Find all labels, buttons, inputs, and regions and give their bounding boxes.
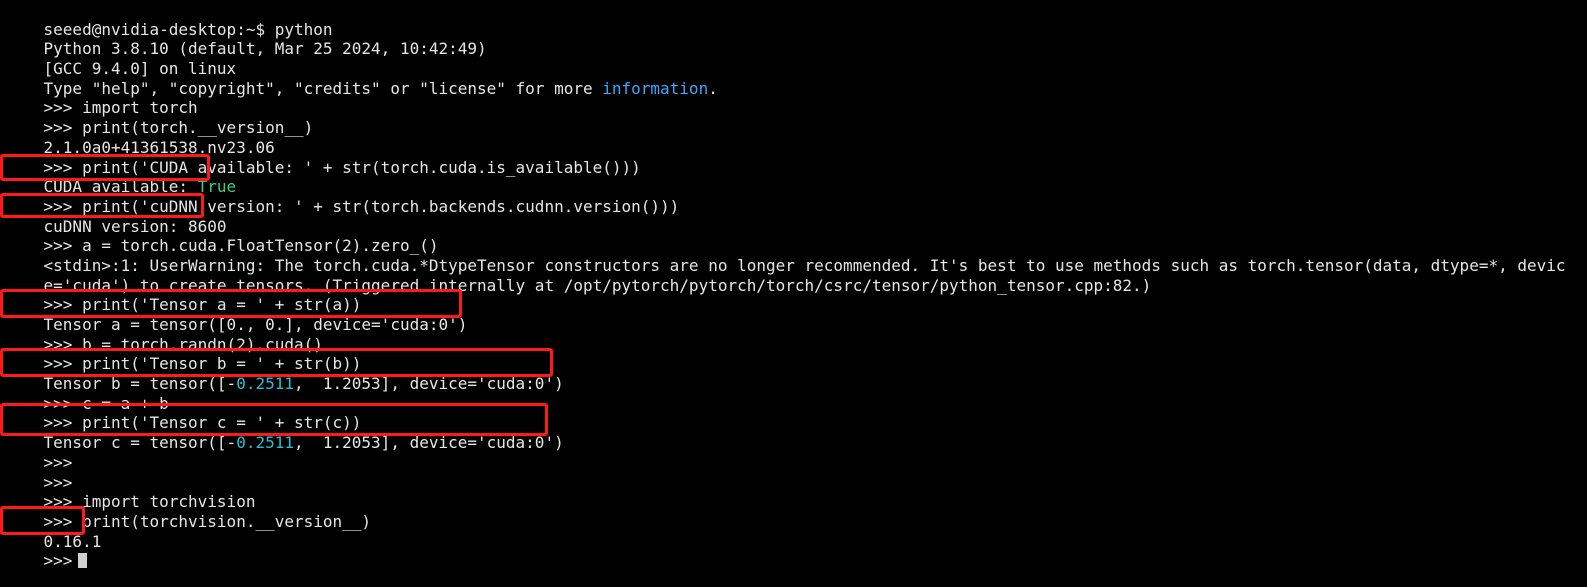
- terminal-line: >>> print(torch.__version__): [5, 98, 1587, 137]
- terminal-line: >>>: [5, 453, 1587, 492]
- terminal-line: seeed@nvidia-desktop:~$ python: [5, 0, 1587, 39]
- cudnn-version-line: cuDNN version: 8600: [0, 192, 1587, 236]
- terminal-line: <stdin>:1: UserWarning: The torch.cuda.*…: [5, 236, 1587, 275]
- tensor-a-line: Tensor a = tensor([0., 0.], device='cuda…: [0, 289, 1587, 334]
- cuda-available-line: CUDA available: True: [0, 153, 1587, 196]
- highlight-box: [0, 192, 204, 218]
- cursor-icon: [78, 553, 88, 569]
- terminal-line: >>> import torchvision: [5, 473, 1587, 511]
- terminal-line: >>> a = torch.cuda.FloatTensor(2).zero_(…: [5, 217, 1587, 255]
- terminal-line: Python 3.8.10 (default, Mar 25 2024, 10:…: [5, 20, 1587, 58]
- terminal-line: >>> print('cuDNN version: ' + str(torch.…: [5, 177, 1587, 216]
- terminal-line: >>> print('Tensor c = ' + str(c)): [5, 394, 1587, 432]
- terminal-line: >>> print('Tensor b = ' + str(b)): [5, 335, 1587, 373]
- tensor-b-line: Tensor b = tensor([-0.2511, 1.2053], dev…: [0, 348, 1587, 393]
- terminal-line: >>> print(torchvision.__version__): [5, 492, 1587, 531]
- terminal-line: >>> c = a + b: [5, 374, 1587, 413]
- terminal-line: >>> b = torch.randn(2).cuda(): [5, 315, 1587, 354]
- terminal-line: >>>: [5, 433, 1587, 472]
- torchvision-version-line: 0.16.1: [0, 505, 1587, 551]
- terminal-line: 2.1.0a0+41361538.nv23.06: [5, 118, 1587, 157]
- terminal-window[interactable]: seeed@nvidia-desktop:~$ python Python 3.…: [0, 0, 1587, 587]
- terminal-line: e='cuda') to create tensors. (Triggered …: [5, 256, 1587, 295]
- prompt-line[interactable]: >>>: [5, 532, 1587, 570]
- terminal-line: Type "help", "copyright", "credits" or "…: [5, 59, 1587, 98]
- terminal-line: >>> print('Tensor a = ' + str(a)): [5, 276, 1587, 314]
- prompt-text: >>>: [43, 551, 73, 571]
- terminal-line: >>> print('CUDA available: ' + str(torch…: [5, 138, 1587, 177]
- tensor-c-line: Tensor c = tensor([-0.2511, 1.2053], dev…: [0, 403, 1587, 452]
- terminal-line: [GCC 9.4.0] on linux: [5, 39, 1587, 78]
- terminal-line: >>> import torch: [5, 79, 1587, 117]
